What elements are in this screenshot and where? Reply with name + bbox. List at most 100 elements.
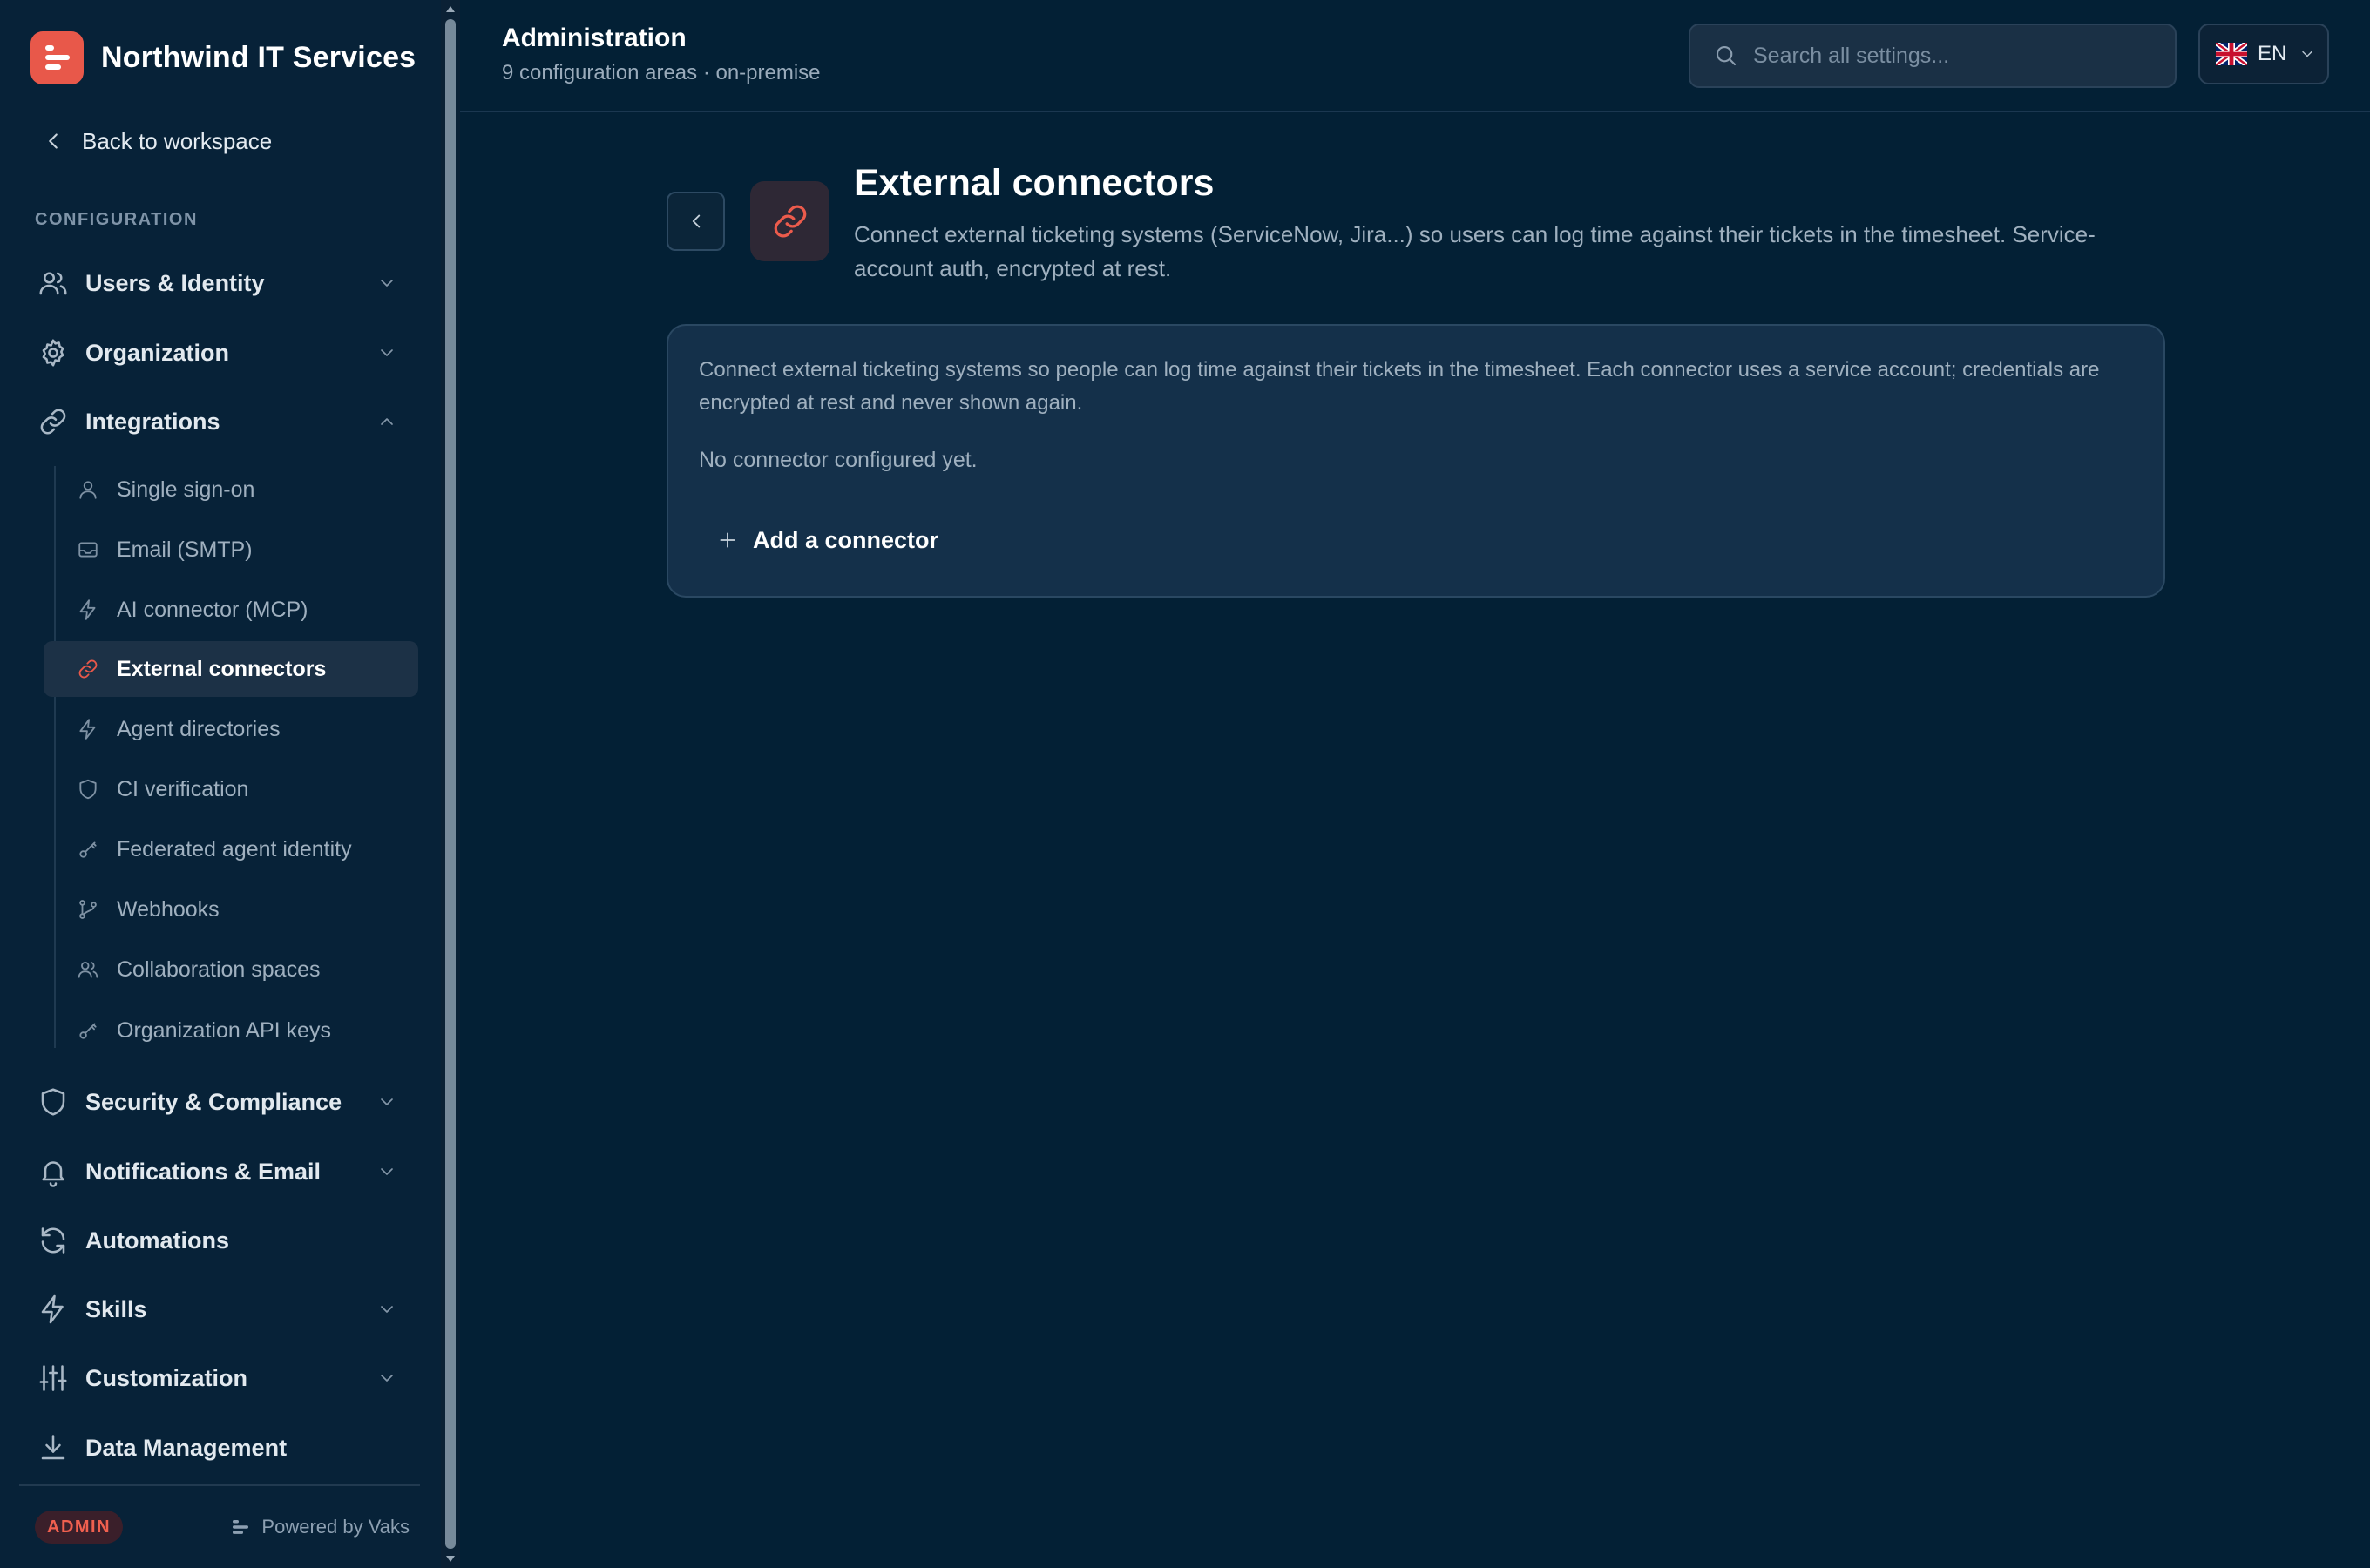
settings-search[interactable] [1689, 24, 2177, 88]
nav-item-security-compliance[interactable]: Security & Compliance [35, 1078, 410, 1126]
scrollbar-thumb[interactable] [445, 19, 456, 1549]
nav-item-label: Integrations [85, 408, 220, 435]
section-label: CONFIGURATION [35, 210, 198, 229]
chevron-down-icon [381, 280, 393, 287]
page-subtitle: 9 configuration areas · on-premise [502, 61, 821, 84]
sub-item-federated-agent-identity[interactable]: Federated agent identity [44, 821, 418, 877]
add-connector-button[interactable]: Add a connector [716, 519, 938, 561]
nav-item-users-identity[interactable]: Users & Identity [35, 259, 410, 308]
nav-item-label: Data Management [85, 1434, 288, 1461]
sliders-icon [39, 1365, 67, 1391]
sidebar-scrollbar[interactable] [441, 0, 460, 1568]
sub-item-label: Single sign-on [117, 476, 255, 502]
back-button[interactable] [667, 192, 725, 251]
card-intro-text: Connect external ticketing systems so pe… [699, 358, 2100, 415]
sidebar-divider [19, 1484, 420, 1486]
nav-item-label: Automations [85, 1227, 229, 1254]
chevron-down-icon [381, 1375, 393, 1382]
chevron-left-icon [49, 133, 58, 149]
powered-by: Powered by Vaks [230, 1511, 410, 1544]
back-to-workspace-link[interactable]: Back to workspace [40, 122, 272, 160]
sub-item-label: AI connector (MCP) [117, 597, 308, 622]
sub-item-label: Email (SMTP) [117, 537, 253, 562]
nav-item-notifications-email[interactable]: Notifications & Email [35, 1147, 410, 1196]
sub-item-single-sign-on[interactable]: Single sign-on [44, 462, 418, 517]
nav-item-organization[interactable]: Organization [35, 328, 410, 377]
refresh-icon [41, 1227, 65, 1254]
users-icon [39, 272, 67, 295]
bell-icon [42, 1161, 64, 1187]
bolt-icon [79, 719, 96, 740]
sub-item-label: Webhooks [117, 896, 220, 922]
chevron-down-icon [381, 1098, 393, 1105]
sub-item-label: Federated agent identity [117, 836, 352, 862]
add-connector-label: Add a connector [753, 526, 939, 553]
top-header: Administration 9 configuration areas · o… [460, 0, 2370, 112]
chevron-down-icon [381, 1306, 393, 1313]
chevron-down-icon [381, 1168, 393, 1175]
download-icon [41, 1435, 65, 1460]
nav-item-skills[interactable]: Skills [35, 1285, 410, 1334]
search-input[interactable] [1753, 38, 2154, 73]
inbox-icon [78, 542, 98, 558]
connectors-card: Connect external ticketing systems so pe… [667, 324, 2165, 598]
link-icon [78, 659, 98, 679]
chevron-up-icon [381, 418, 393, 425]
sub-item-label: Agent directories [117, 716, 281, 741]
brand[interactable]: Northwind IT Services [30, 30, 416, 84]
sub-item-email-smtp[interactable]: Email (SMTP) [44, 522, 418, 578]
plus-icon [720, 532, 735, 548]
sub-item-ai-connector[interactable]: AI connector (MCP) [44, 582, 418, 638]
link-icon [40, 409, 66, 435]
git-branch-icon [79, 900, 97, 919]
sub-item-collaboration-spaces[interactable]: Collaboration spaces [44, 942, 418, 997]
nav-item-label: Users & Identity [85, 269, 265, 296]
sidebar: Northwind IT Services Back to workspace … [0, 0, 441, 1568]
gear-icon [42, 339, 64, 367]
brand-name: Northwind IT Services [101, 40, 416, 74]
scroll-up-arrow-icon[interactable] [441, 3, 460, 16]
nav-item-label: Customization [85, 1364, 247, 1391]
shield-icon [41, 1088, 65, 1116]
sub-item-label: External connectors [117, 656, 327, 681]
nav-item-label: Skills [85, 1295, 147, 1322]
nav-item-automations[interactable]: Automations [35, 1216, 410, 1265]
chevron-down-icon [2302, 51, 2313, 57]
sub-item-label: Organization API keys [117, 1017, 331, 1043]
language-selector[interactable]: EN [2198, 24, 2329, 84]
section-description: Connect external ticketing systems (Serv… [854, 221, 2096, 281]
shield-icon [79, 779, 97, 800]
sub-item-organization-api-keys[interactable]: Organization API keys [44, 1003, 418, 1058]
chevron-down-icon [381, 349, 393, 356]
brand-logo-icon [30, 30, 84, 84]
search-icon [1716, 45, 1737, 66]
sub-item-label: CI verification [117, 776, 249, 801]
nav-item-integrations[interactable]: Integrations [35, 397, 410, 446]
nav-item-label: Security & Compliance [85, 1088, 342, 1115]
user-icon [79, 481, 97, 499]
uk-flag-icon [2216, 43, 2247, 65]
empty-state-text: No connector configured yet. [699, 448, 978, 472]
scroll-down-arrow-icon[interactable] [441, 1552, 460, 1565]
vaks-logo-icon [233, 1520, 249, 1534]
bolt-icon [41, 1294, 64, 1324]
nav-item-data-management[interactable]: Data Management [35, 1423, 410, 1472]
link-icon [774, 205, 806, 238]
nav-item-customization[interactable]: Customization [35, 1354, 410, 1402]
sub-item-webhooks[interactable]: Webhooks [44, 882, 418, 937]
nav-item-label: Notifications & Email [85, 1158, 322, 1185]
sub-item-external-connectors[interactable]: External connectors [44, 641, 418, 697]
chevron-left-icon [692, 214, 700, 228]
nav-item-label: Organization [85, 339, 230, 366]
back-to-workspace-label: Back to workspace [82, 127, 273, 154]
section-icon [750, 181, 830, 261]
sub-item-agent-directories[interactable]: Agent directories [44, 701, 418, 757]
sub-item-ci-verification[interactable]: CI verification [44, 761, 418, 817]
page-title: Administration [502, 24, 687, 52]
powered-by-label: Powered by Vaks [261, 1516, 410, 1538]
role-badge: ADMIN [35, 1511, 124, 1544]
users-icon [78, 961, 98, 978]
language-code: EN [2258, 42, 2287, 65]
key-icon [79, 1023, 97, 1039]
key-icon [79, 841, 97, 858]
